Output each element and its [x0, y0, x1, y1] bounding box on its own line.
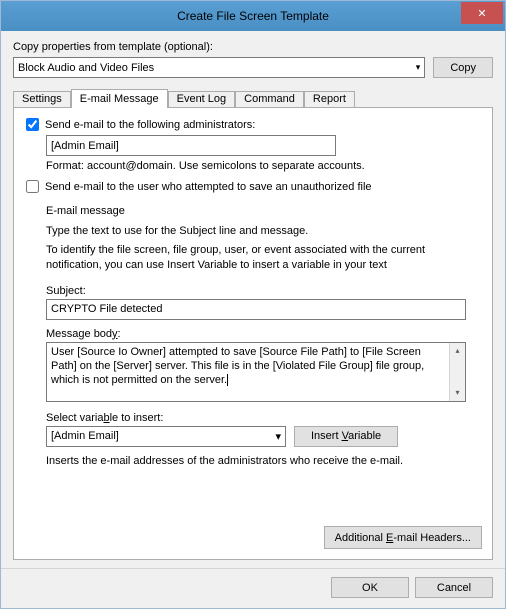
insert-variable-button[interactable]: Insert Variable — [294, 426, 398, 447]
text-cursor — [227, 374, 228, 386]
chevron-down-icon: ▾ — [275, 430, 281, 443]
copy-template-select[interactable]: Block Audio and Video Files ▾ — [13, 57, 425, 78]
titlebar: Create File Screen Template ✕ — [1, 1, 505, 31]
user-email-check-label: Send e-mail to the user who attempted to… — [45, 181, 372, 193]
admin-email-checkbox[interactable] — [26, 118, 39, 131]
tab-panel-email: Send e-mail to the following administrat… — [13, 107, 493, 560]
copy-button-label: Copy — [450, 62, 476, 74]
user-email-checkbox[interactable] — [26, 180, 39, 193]
additional-email-headers-label: Additional E-mail Headers... — [335, 532, 471, 544]
insert-variable-help: Inserts the e-mail addresses of the admi… — [46, 455, 466, 467]
tab-command[interactable]: Command — [235, 91, 304, 108]
cancel-button[interactable]: Cancel — [415, 577, 493, 598]
ok-button[interactable]: OK — [331, 577, 409, 598]
tab-email-message[interactable]: E-mail Message — [71, 89, 168, 108]
body-label: Message body: — [46, 328, 482, 340]
admin-email-check-row: Send e-mail to the following administrat… — [26, 118, 482, 131]
tab-event-log[interactable]: Event Log — [168, 91, 236, 108]
subject-label: Subject: — [46, 285, 482, 297]
admin-email-input[interactable]: [Admin Email] — [46, 135, 336, 156]
admin-email-value: [Admin Email] — [51, 140, 119, 152]
user-email-check-row: Send e-mail to the user who attempted to… — [26, 180, 482, 193]
additional-headers-row: Additional E-mail Headers... — [24, 518, 482, 549]
admin-email-indent: [Admin Email] Format: account@domain. Us… — [46, 135, 482, 172]
tab-strip: Settings E-mail Message Event Log Comman… — [13, 89, 493, 108]
body-textarea[interactable]: User [Source Io Owner] attempted to save… — [46, 342, 466, 402]
select-variable-row: [Admin Email] ▾ Insert Variable — [46, 426, 482, 447]
cancel-button-label: Cancel — [437, 582, 471, 594]
variable-select-value: [Admin Email] — [51, 430, 119, 442]
tab-report[interactable]: Report — [304, 91, 355, 108]
copy-template-label: Copy properties from template (optional)… — [13, 41, 493, 53]
variable-select[interactable]: [Admin Email] ▾ — [46, 426, 286, 447]
scroll-up-icon[interactable]: ▴ — [450, 343, 465, 359]
email-desc-2: To identify the file screen, file group,… — [46, 243, 466, 273]
dialog-button-bar: OK Cancel — [1, 568, 505, 608]
insert-variable-label: Insert Variable — [311, 430, 381, 442]
tab-settings[interactable]: Settings — [13, 91, 71, 108]
dialog-content: Copy properties from template (optional)… — [1, 31, 505, 568]
subject-value: CRYPTO File detected — [51, 303, 162, 315]
email-message-group-label: E-mail message — [46, 205, 482, 217]
dialog-window: Create File Screen Template ✕ Copy prope… — [0, 0, 506, 609]
admin-email-check-label: Send e-mail to the following administrat… — [45, 119, 255, 131]
copy-template-value: Block Audio and Video Files — [18, 62, 154, 74]
window-title: Create File Screen Template — [1, 9, 505, 23]
scroll-down-icon[interactable]: ▾ — [450, 385, 465, 401]
select-variable-label: Select variable to insert: — [46, 412, 482, 424]
copy-button[interactable]: Copy — [433, 57, 493, 78]
ok-button-label: OK — [362, 582, 378, 594]
admin-email-format-hint: Format: account@domain. Use semicolons t… — [46, 160, 482, 172]
chevron-down-icon: ▾ — [416, 62, 421, 73]
close-icon: ✕ — [477, 7, 486, 20]
close-button[interactable]: ✕ — [461, 2, 503, 24]
body-scrollbar[interactable]: ▴ ▾ — [449, 343, 465, 401]
body-text-content: User [Source Io Owner] attempted to save… — [47, 343, 449, 401]
additional-email-headers-button[interactable]: Additional E-mail Headers... — [324, 526, 482, 549]
copy-row: Block Audio and Video Files ▾ Copy — [13, 57, 493, 78]
subject-input[interactable]: CRYPTO File detected — [46, 299, 466, 320]
email-desc-1: Type the text to use for the Subject lin… — [46, 225, 482, 237]
